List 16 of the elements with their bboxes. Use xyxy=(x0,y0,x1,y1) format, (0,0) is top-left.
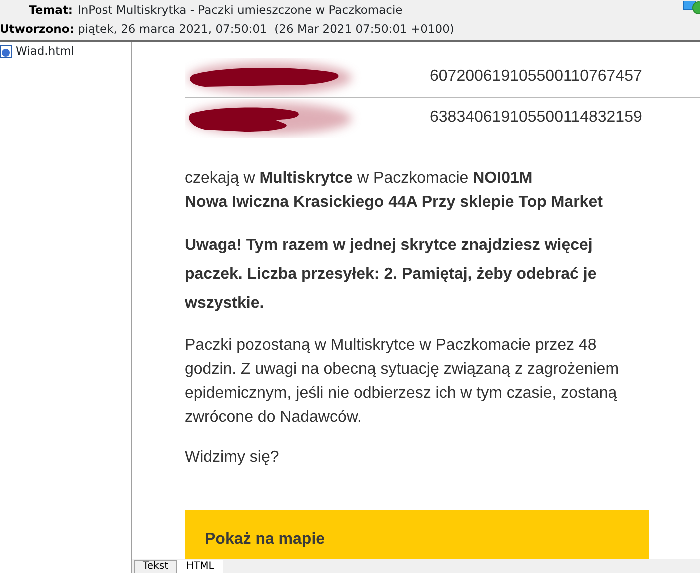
message-paragraph: Widzimy się? xyxy=(185,448,280,468)
document-icon xyxy=(0,44,14,59)
tracking-number: 607200619105500110767457 xyxy=(430,67,642,87)
tracking-number: 638340619105500114832159 xyxy=(430,108,642,128)
message-paragraph: Paczki pozostaną w Multiskrytce w Paczkomacie przez 48 godzin. Z uwagi na obecną sytuację związaną z zagrożeniem epidemicznym, jeśli nie odbierzesz ich w tym czasie, zostaną zwrócone do Nadawców. xyxy=(185,336,620,428)
view-tab[interactable]: Tekst xyxy=(134,560,178,573)
attachment-name[interactable]: Wiad.html xyxy=(16,43,75,60)
message-paragraph: czekają w Multiskrytce w Paczkomacie NOI01M Nowa Iwiczna Krasickiego 44A Przy sklepie Top Market xyxy=(185,169,604,213)
field-label: Temat: xyxy=(28,2,74,19)
view-tab[interactable]: HTML xyxy=(177,560,224,573)
message-paragraph: Uwaga! Tym razem w jednej skrytce znajdziesz więcej paczek. Liczba przesyłek: 2. Pamiętaj, żeby odebrać je wszystkie. xyxy=(185,236,598,314)
map-button[interactable]: Pokaż na mapie xyxy=(185,510,649,559)
field-label: Utworzono: xyxy=(0,20,76,38)
app-icon[interactable] xyxy=(683,1,700,16)
field-value: piątek, 26 marca 2021, 07:50:01 (26 Mar 2021 07:50:01 +0100) xyxy=(78,20,454,38)
field-value: InPost Multiskrytka - Paczki umieszczone w Paczkomacie xyxy=(78,2,403,19)
